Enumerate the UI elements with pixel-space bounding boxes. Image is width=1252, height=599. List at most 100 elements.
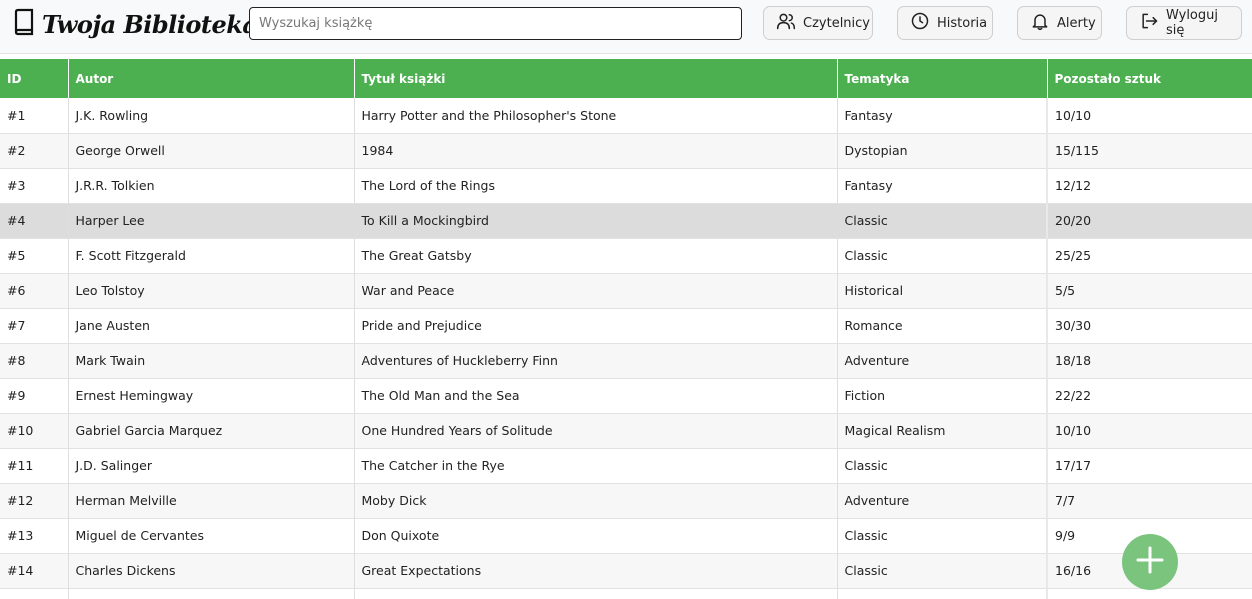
table-row[interactable]: #3 J.R.R. Tolkien The Lord of the Rings Fan… [0,168,1252,204]
table-row[interactable]: #6 Leo Tolstoy War and Peace Historical 5/5 [0,273,1252,309]
book-title-cell: Moby Dick [354,483,838,519]
book-author-cell: Harper Lee [68,203,355,239]
top-bar: Twoja Biblioteka Czytelnicy Historia [0,0,1252,54]
books-table-container: ID Autor Tytuł książki Tematyka Pozostał… [0,59,1252,599]
logout-button[interactable]: Wyloguj się [1126,6,1242,40]
column-header-title[interactable]: Tytuł książki [354,59,838,98]
table-row[interactable]: #2 George Orwell 1984 Dystopian 15/115 [0,133,1252,169]
logout-label: Wyloguj się [1166,8,1218,38]
book-id-cell: #14 [0,553,69,589]
book-topic-cell: Romance [837,308,1048,344]
book-author-cell: Ernest Hemingway [68,378,355,414]
book-remaining-cell: 15/115 [1046,133,1252,169]
book-title-cell: One Hundred Years of Solitude [354,413,838,449]
plus-icon [1135,545,1165,579]
book-remaining-cell: 10/10 [1046,413,1252,449]
book-title-cell [354,588,838,599]
table-row[interactable]: #10 Gabriel Garcia Marquez One Hundred Yea… [0,413,1252,449]
book-id-cell: #11 [0,448,69,484]
book-id-cell: #3 [0,168,69,204]
readers-label: Czytelnicy [803,15,870,31]
table-row[interactable]: #7 Jane Austen Pride and Prejudice Romance 3… [0,308,1252,344]
history-button[interactable]: Historia [897,6,993,40]
book-author-cell [68,588,355,599]
book-id-cell: #6 [0,273,69,309]
table-row[interactable]: #12 Herman Melville Moby Dick Adventure 7/7 [0,483,1252,519]
column-header-author[interactable]: Autor [68,59,355,98]
book-topic-cell: Classic [837,238,1048,274]
table-row[interactable] [0,588,1252,599]
book-author-cell: Leo Tolstoy [68,273,355,309]
column-header-remaining[interactable]: Pozostało sztuk [1047,59,1252,98]
column-header-id[interactable]: ID [0,59,69,98]
table-row[interactable]: #4 Harper Lee To Kill a Mockingbird Classic… [0,203,1252,239]
logo-text: Twoja Biblioteka [42,9,258,39]
book-topic-cell: Historical [837,273,1048,309]
book-title-cell: Harry Potter and the Philosopher's Stone [354,98,838,134]
book-id-cell: #5 [0,238,69,274]
book-author-cell: J.K. Rowling [68,98,355,134]
book-id-cell: #12 [0,483,69,519]
book-topic-cell: Fantasy [837,168,1048,204]
book-author-cell: Mark Twain [68,343,355,379]
book-title-cell: The Old Man and the Sea [354,378,838,414]
book-topic-cell: Adventure [837,343,1048,379]
search-input[interactable] [249,7,742,40]
book-remaining-cell: 30/30 [1046,308,1252,344]
book-author-cell: Herman Melville [68,483,355,519]
book-title-cell: 1984 [354,133,838,169]
readers-button[interactable]: Czytelnicy [763,6,873,40]
book-author-cell: Gabriel Garcia Marquez [68,413,355,449]
book-id-cell: #8 [0,343,69,379]
alerts-button[interactable]: Alerty [1017,6,1102,40]
book-author-cell: Charles Dickens [68,553,355,589]
book-remaining-cell: 22/22 [1046,378,1252,414]
book-topic-cell: Classic [837,553,1048,589]
table-row[interactable]: #14 Charles Dickens Great Expectations Clas… [0,553,1252,589]
add-book-button[interactable] [1122,534,1178,590]
book-id-cell: #9 [0,378,69,414]
book-id-cell [0,588,69,599]
logo[interactable]: Twoja Biblioteka [12,8,258,40]
users-icon [776,11,796,35]
book-title-cell: Adventures of Huckleberry Finn [354,343,838,379]
book-id-cell: #7 [0,308,69,344]
book-author-cell: George Orwell [68,133,355,169]
book-author-cell: J.R.R. Tolkien [68,168,355,204]
book-id-cell: #13 [0,518,69,554]
book-icon [12,8,36,40]
book-id-cell: #2 [0,133,69,169]
book-remaining-cell: 5/5 [1046,273,1252,309]
book-remaining-cell: 7/7 [1046,483,1252,519]
book-title-cell: The Great Gatsby [354,238,838,274]
book-topic-cell: Fantasy [837,98,1048,134]
history-label: Historia [937,15,988,31]
book-title-cell: Pride and Prejudice [354,308,838,344]
book-topic-cell: Classic [837,448,1048,484]
table-row[interactable]: #9 Ernest Hemingway The Old Man and the Se… [0,378,1252,414]
table-row[interactable]: #5 F. Scott Fitzgerald The Great Gatsby Cla… [0,238,1252,274]
book-author-cell: Jane Austen [68,308,355,344]
book-title-cell: To Kill a Mockingbird [354,203,838,239]
book-id-cell: #1 [0,98,69,134]
bell-icon [1030,11,1050,35]
book-title-cell: The Lord of the Rings [354,168,838,204]
table-row[interactable]: #11 J.D. Salinger The Catcher in the Rye Cl… [0,448,1252,484]
alerts-label: Alerty [1057,15,1096,31]
book-id-cell: #10 [0,413,69,449]
table-header-row: ID Autor Tytuł książki Tematyka Pozostał… [0,59,1252,98]
book-topic-cell: Dystopian [837,133,1048,169]
table-row[interactable]: #1 J.K. Rowling Harry Potter and the Philo… [0,98,1252,134]
book-topic-cell: Fiction [837,378,1048,414]
book-title-cell: Don Quixote [354,518,838,554]
book-remaining-cell: 20/20 [1046,203,1252,239]
table-row[interactable]: #13 Miguel de Cervantes Don Quixote Classic… [0,518,1252,554]
book-remaining-cell: 10/10 [1046,98,1252,134]
book-topic-cell: Classic [837,518,1048,554]
book-remaining-cell: 17/17 [1046,448,1252,484]
book-remaining-cell: 18/18 [1046,343,1252,379]
book-remaining-cell: 25/25 [1046,238,1252,274]
book-author-cell: J.D. Salinger [68,448,355,484]
column-header-topic[interactable]: Tematyka [837,59,1048,98]
table-row[interactable]: #8 Mark Twain Adventures of Huckleberry Fi… [0,343,1252,379]
